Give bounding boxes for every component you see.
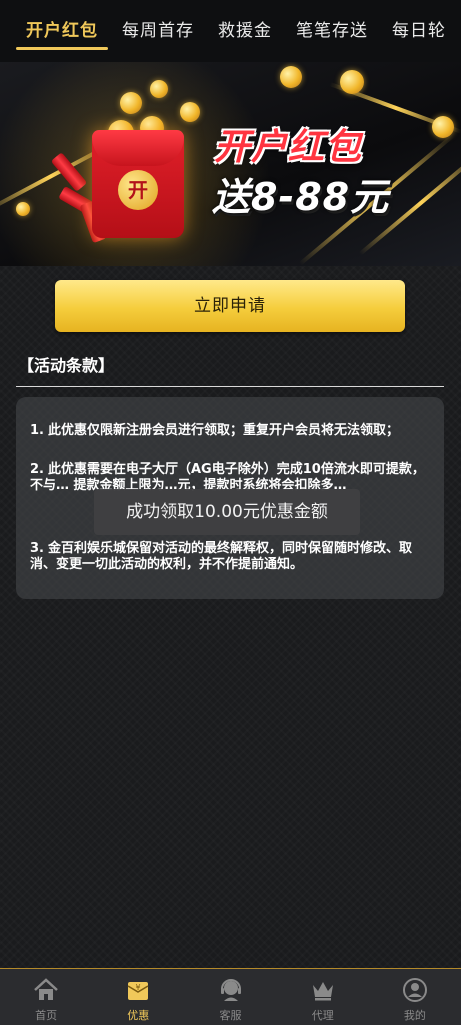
gold-coin xyxy=(120,92,142,114)
terms-title: 【活动条款】 xyxy=(18,356,115,375)
nav-promotions[interactable]: ¥ 优惠 xyxy=(92,969,184,1025)
user-icon xyxy=(402,978,427,1002)
nav-home[interactable]: 首页 xyxy=(0,969,92,1025)
home-icon xyxy=(34,978,58,1000)
term-number: 2. xyxy=(30,462,44,477)
red-envelope-icon: 开 xyxy=(92,130,184,238)
nav-label: 代理 xyxy=(311,1009,334,1022)
term-text: 金百利娱乐城保留对活动的最终解释权，同时保留随时修改、取消、变更一切此活动的权利… xyxy=(30,541,413,572)
term-item: 3. 金百利娱乐城保留对活动的最终解释权，同时保留随时修改、取消、变更一切此活动的… xyxy=(30,541,432,573)
gold-coin xyxy=(432,116,454,138)
promo-detail: 立即申请 【活动条款】 1. 此优惠仅限新注册会员进行领取；重复开户会员将无法领取… xyxy=(0,266,461,968)
tab-every-deposit-bonus[interactable]: 笔笔存送 xyxy=(284,0,380,62)
nav-label: 我的 xyxy=(403,1009,426,1022)
nav-label: 首页 xyxy=(35,1009,58,1022)
promo-banner: 开 开户红包 送8-88元 xyxy=(0,62,461,266)
divider xyxy=(16,386,444,387)
bottom-nav: 首页 ¥ 优惠 客服 代理 我的 xyxy=(0,968,461,1025)
term-number: 3. xyxy=(30,541,44,556)
tab-account-red-packet[interactable]: 开户红包 xyxy=(0,0,110,62)
tab-daily-wheel[interactable]: 每日轮 xyxy=(380,0,458,62)
gold-coin xyxy=(16,202,30,216)
nav-profile[interactable]: 我的 xyxy=(369,969,461,1025)
banner-title: 开户红包 xyxy=(214,127,363,168)
envelope-flap xyxy=(92,130,184,166)
gold-coin xyxy=(150,80,168,98)
gift-icon: ¥ xyxy=(127,982,149,1000)
gold-coin xyxy=(180,102,200,122)
gold-coin xyxy=(280,66,302,88)
nav-support[interactable]: 客服 xyxy=(184,969,276,1025)
banner-subtitle: 送8-88元 xyxy=(212,175,390,219)
apply-now-button[interactable]: 立即申请 xyxy=(55,280,405,332)
term-number: 1. xyxy=(30,423,44,438)
gold-coin xyxy=(340,70,364,94)
svg-text:¥: ¥ xyxy=(136,983,141,992)
nav-label: 客服 xyxy=(219,1009,242,1022)
tab-weekly-first-deposit[interactable]: 每周首存 xyxy=(110,0,206,62)
term-text: 此优惠仅限新注册会员进行领取；重复开户会员将无法领取； xyxy=(48,423,400,438)
nav-label: 优惠 xyxy=(127,1009,150,1022)
term-item: 1. 此优惠仅限新注册会员进行领取；重复开户会员将无法领取； xyxy=(30,423,432,439)
top-tab-bar: 开户红包 每周首存 救援金 笔笔存送 每日轮 xyxy=(0,0,461,62)
tab-rescue-fund[interactable]: 救援金 xyxy=(206,0,284,62)
envelope-seal: 开 xyxy=(118,170,158,210)
crown-icon xyxy=(312,982,333,1001)
support-icon xyxy=(220,979,241,1001)
nav-agent[interactable]: 代理 xyxy=(277,969,369,1025)
success-toast: 成功领取10.00元优惠金额 xyxy=(94,489,360,535)
